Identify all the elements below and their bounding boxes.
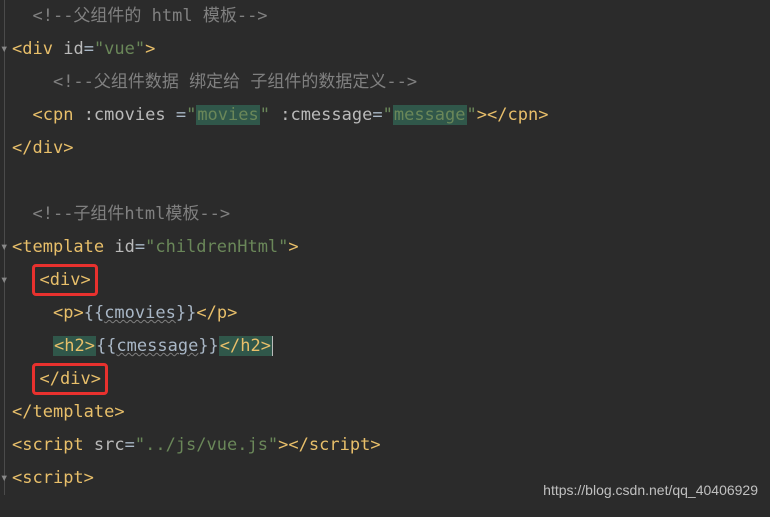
code-line[interactable]: <p>{{cmovies}}</p> <box>0 297 770 330</box>
code-line[interactable]: ▾<template id="childrenHtml"> <box>0 231 770 264</box>
expression-var: cmovies <box>104 303 176 323</box>
code-line[interactable]: <script src="../js/vue.js"></script> <box>0 429 770 462</box>
code-line[interactable]: <h2>{{cmessage}}</h2> <box>0 330 770 363</box>
code-line[interactable]: </template> <box>0 396 770 429</box>
fold-icon[interactable]: ▾ <box>0 231 8 264</box>
highlighted-value: movies <box>196 105 259 125</box>
highlighted-box: </div> <box>32 363 107 395</box>
fold-icon[interactable]: ▾ <box>0 462 8 495</box>
comment: <!--父组件的 html 模板--> <box>32 6 267 26</box>
highlighted-tag: <h2> <box>53 336 96 356</box>
code-line[interactable]: ▾<div id="vue"> <box>0 33 770 66</box>
code-line[interactable]: <cpn :cmovies ="movies" :cmessage="messa… <box>0 99 770 132</box>
code-line[interactable]: ▾ <div> <box>0 264 770 297</box>
highlighted-box: <div> <box>32 264 97 296</box>
code-editor[interactable]: <!--父组件的 html 模板--> ▾<div id="vue"> <!--… <box>0 0 770 495</box>
comment: <!--子组件html模板--> <box>32 204 230 224</box>
code-line[interactable]: <!--父组件的 html 模板--> <box>0 0 770 33</box>
code-line[interactable]: </div> <box>0 363 770 396</box>
watermark: https://blog.csdn.net/qq_40406929 <box>543 474 758 507</box>
code-line[interactable] <box>0 165 770 198</box>
fold-icon[interactable]: ▾ <box>0 264 8 297</box>
expression-var: cmessage <box>116 336 198 356</box>
comment: <!--父组件数据 绑定给 子组件的数据定义--> <box>53 72 417 92</box>
highlighted-tag: </h2> <box>219 336 272 356</box>
code-line[interactable]: </div> <box>0 132 770 165</box>
fold-icon[interactable]: ▾ <box>0 33 8 66</box>
caret-icon <box>272 336 273 356</box>
code-line[interactable]: <!--子组件html模板--> <box>0 198 770 231</box>
code-line[interactable]: <!--父组件数据 绑定给 子组件的数据定义--> <box>0 66 770 99</box>
highlighted-value: message <box>393 105 467 125</box>
